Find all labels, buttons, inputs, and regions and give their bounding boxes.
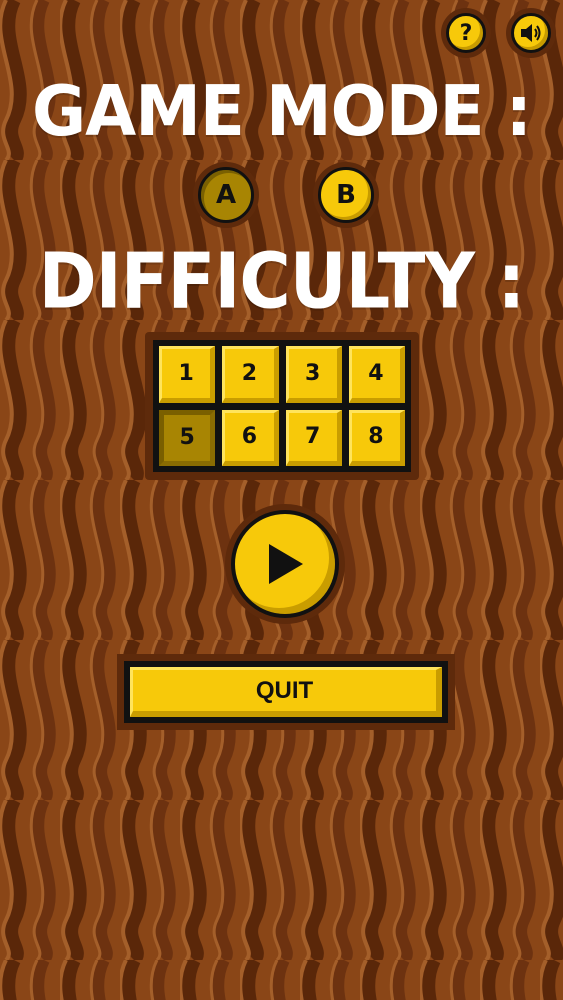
difficulty-2-button[interactable]: 2 — [222, 346, 279, 403]
difficulty-4-button[interactable]: 4 — [348, 346, 405, 403]
play-icon — [269, 544, 303, 584]
mode-b-label: B — [318, 167, 374, 223]
difficulty-6-button[interactable]: 6 — [222, 409, 279, 466]
play-button[interactable] — [225, 504, 345, 624]
difficulty-panel: 1 2 3 4 5 6 7 8 — [145, 332, 419, 480]
game-mode-heading: GAME MODE : — [31, 71, 532, 152]
speaker-icon — [521, 24, 541, 42]
help-icon: ? — [446, 13, 486, 53]
difficulty-8-button[interactable]: 8 — [348, 409, 405, 466]
mode-b-button[interactable]: B — [313, 162, 379, 228]
difficulty-grid: 1 2 3 4 5 6 7 8 — [153, 340, 411, 472]
difficulty-heading: DIFFICULTY : — [38, 235, 526, 327]
mode-a-button[interactable]: A — [193, 162, 259, 228]
difficulty-7-button[interactable]: 7 — [285, 409, 342, 466]
mode-a-label: A — [198, 167, 254, 223]
sound-button[interactable] — [506, 8, 556, 58]
help-button[interactable]: ? — [441, 8, 491, 58]
difficulty-5-button[interactable]: 5 — [159, 409, 216, 466]
difficulty-3-button[interactable]: 3 — [285, 346, 342, 403]
quit-button[interactable]: QUIT — [130, 667, 442, 717]
difficulty-1-button[interactable]: 1 — [159, 346, 216, 403]
quit-panel: QUIT — [117, 654, 455, 730]
